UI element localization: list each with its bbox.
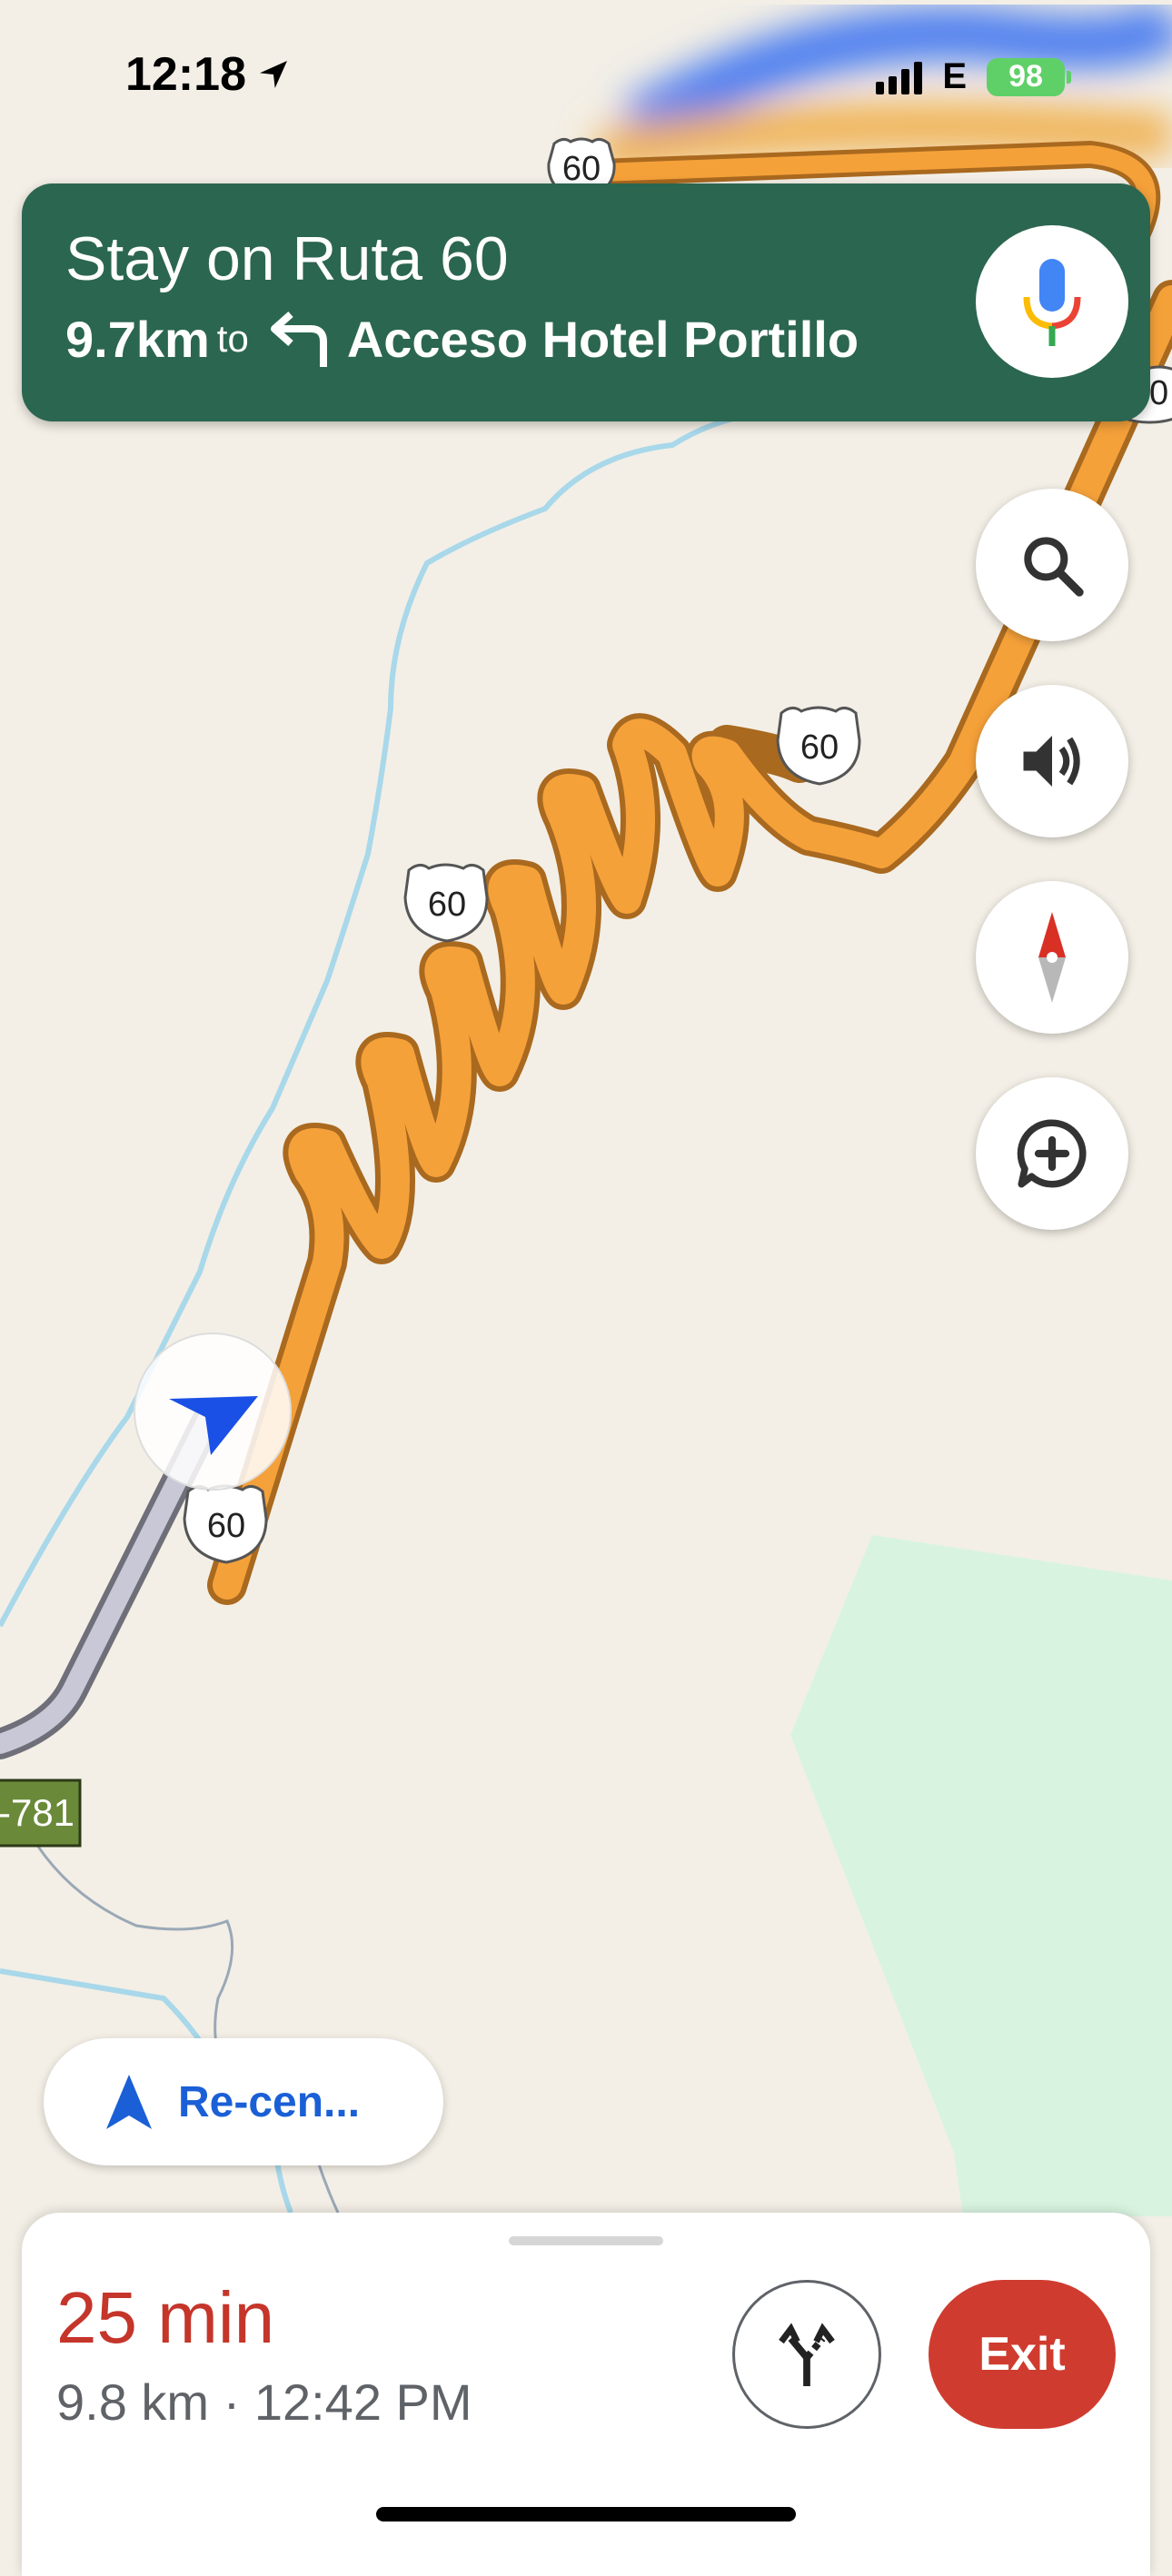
compass-icon [1038, 912, 1066, 1003]
navigation-arrow-icon [106, 2075, 152, 2129]
trip-details: 9.8 km · 12:42 PM [56, 2373, 472, 2431]
svg-text:-781: -781 [0, 1791, 74, 1834]
recenter-button[interactable]: Re-cen... [44, 2038, 443, 2165]
location-arrow-icon [260, 61, 287, 88]
svg-text:60: 60 [562, 150, 601, 188]
svg-text:60: 60 [207, 1507, 245, 1545]
instruction-title: Stay on Ruta 60 [65, 224, 509, 293]
svg-text:60: 60 [800, 728, 839, 767]
add-report-button[interactable] [976, 1077, 1128, 1230]
search-button[interactable] [976, 489, 1128, 641]
next-turn-street: Acceso Hotel Portillo [346, 310, 859, 368]
eta-duration: 25 min [56, 2277, 275, 2358]
to-text: to [216, 317, 249, 360]
sheet-drag-handle[interactable] [509, 2236, 663, 2245]
battery-icon: 98 [987, 57, 1071, 96]
battery-level: 98 [1008, 59, 1043, 94]
fork-route-icon [779, 2323, 835, 2386]
carrier-label: E [942, 56, 967, 96]
compass-button[interactable] [976, 881, 1128, 1034]
svg-text:60: 60 [428, 886, 466, 924]
navigation-banner[interactable]: Stay on Ruta 60 9.7km to Acceso Hotel Po… [22, 183, 1150, 421]
trip-summary-sheet[interactable]: 25 min 9.8 km · 12:42 PM Exit [22, 2213, 1150, 2576]
volume-icon [1023, 736, 1080, 787]
home-indicator[interactable] [376, 2507, 796, 2522]
microphone-icon [1023, 259, 1081, 346]
status-indicators: E 98 [876, 56, 1071, 97]
alternate-routes-button[interactable] [732, 2280, 881, 2429]
next-turn-info: 9.7km to Acceso Hotel Portillo [65, 307, 859, 371]
recenter-label: Re-cen... [178, 2077, 361, 2126]
signal-icon [876, 60, 923, 94]
sound-button[interactable] [976, 685, 1128, 837]
turn-left-icon [270, 312, 327, 367]
clock-text: 12:18 [125, 48, 246, 101]
search-icon [1024, 537, 1084, 597]
status-time: 12:18 [125, 47, 292, 102]
exit-navigation-button[interactable]: Exit [929, 2280, 1116, 2429]
add-report-icon [1017, 1119, 1087, 1188]
current-location-puck [134, 1333, 292, 1491]
voice-search-button[interactable] [976, 225, 1128, 378]
road-marker: -781 [0, 1778, 82, 1848]
distance-text: 9.7km [65, 310, 210, 368]
